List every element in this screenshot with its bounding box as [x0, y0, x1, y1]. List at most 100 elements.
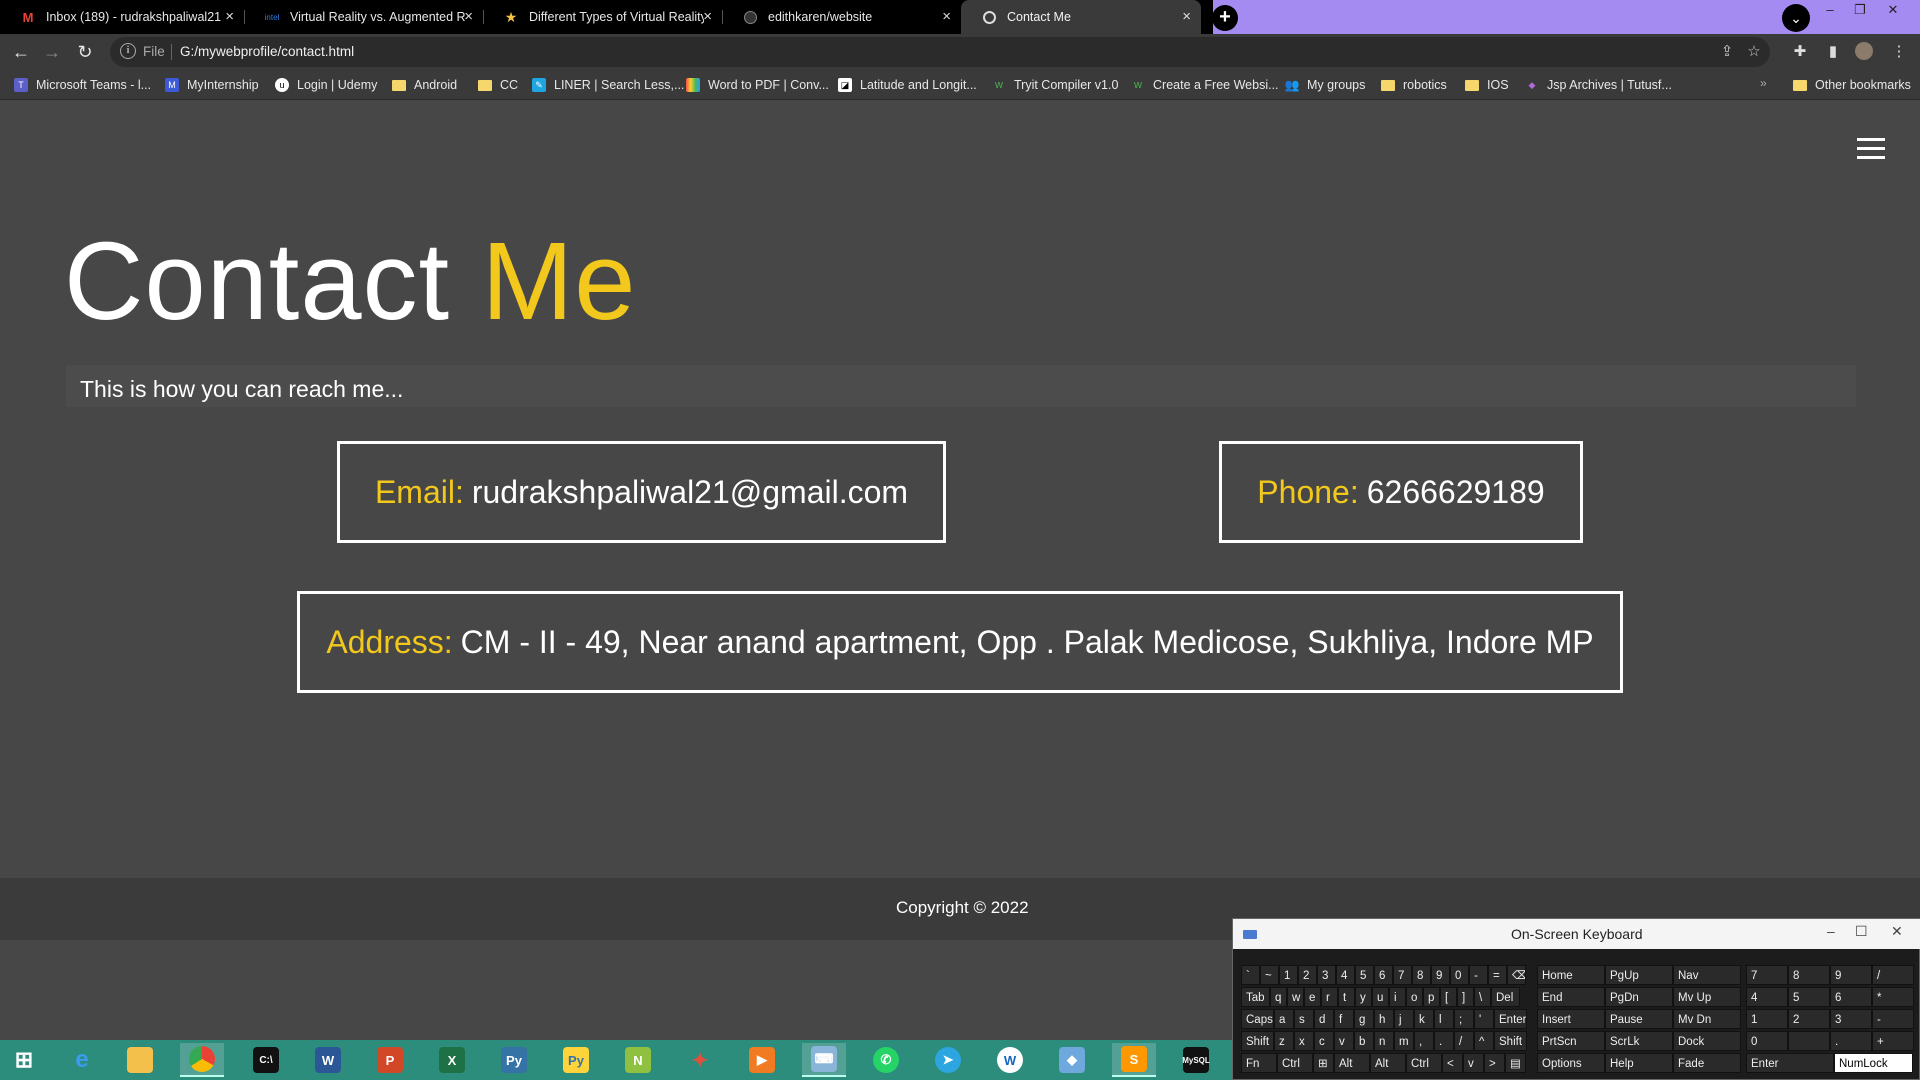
bookmark-ios[interactable]: IOS: [1465, 76, 1509, 94]
python-icon[interactable]: Py: [492, 1043, 536, 1077]
bookmark-jsp-archives[interactable]: ◆ Jsp Archives | Tutusf...: [1525, 76, 1672, 94]
windows-start-icon[interactable]: ⊞: [2, 1043, 46, 1077]
osk-key[interactable]: n: [1374, 1031, 1394, 1051]
bookmark-android[interactable]: Android: [392, 76, 457, 94]
powerpoint-icon[interactable]: P: [368, 1043, 412, 1077]
osk-key[interactable]: Fn: [1241, 1053, 1277, 1073]
osk-key[interactable]: /: [1454, 1031, 1474, 1051]
whatsapp-icon[interactable]: ✆: [864, 1043, 908, 1077]
osk-numpad-key[interactable]: 3: [1830, 1009, 1872, 1029]
bookmark-my-groups[interactable]: 👥 My groups: [1285, 76, 1366, 94]
osk-nav-key[interactable]: PgUp: [1605, 965, 1673, 985]
url-text[interactable]: G:/mywebprofile/contact.html: [180, 44, 354, 59]
osk-key[interactable]: Ctrl: [1277, 1053, 1313, 1073]
osk-nav-key[interactable]: PgDn: [1605, 987, 1673, 1007]
osk-minimize-button[interactable]: –: [1827, 923, 1835, 939]
telegram-icon[interactable]: ➤: [926, 1043, 970, 1077]
osk-key[interactable]: l: [1434, 1009, 1454, 1029]
osk-close-button[interactable]: ✕: [1891, 923, 1903, 940]
chrome-icon[interactable]: [180, 1043, 224, 1077]
tool-icon[interactable]: ✦: [678, 1043, 722, 1077]
osk-key[interactable]: e: [1304, 987, 1321, 1007]
osk-nav-key[interactable]: Dock: [1673, 1031, 1741, 1051]
terminal-icon[interactable]: C:\: [244, 1043, 288, 1077]
address-bar[interactable]: i File G:/mywebprofile/contact.html ⇪ ☆: [110, 37, 1770, 67]
osk-key[interactable]: 0: [1450, 965, 1469, 985]
osk-key[interactable]: ~: [1260, 965, 1279, 985]
sublime-text-icon[interactable]: S: [1112, 1043, 1156, 1077]
osk-key[interactable]: c: [1314, 1031, 1334, 1051]
osk-key[interactable]: h: [1374, 1009, 1394, 1029]
bookmark-udemy[interactable]: u Login | Udemy: [275, 76, 377, 94]
osk-key[interactable]: 8: [1412, 965, 1431, 985]
osk-numpad-key[interactable]: 6: [1830, 987, 1872, 1007]
osk-key[interactable]: i: [1389, 987, 1406, 1007]
osk-key[interactable]: Tab: [1241, 987, 1270, 1007]
bookmark-tryit-compiler[interactable]: w Tryit Compiler v1.0: [992, 76, 1118, 94]
osk-key[interactable]: ': [1474, 1009, 1494, 1029]
tab-vr-types[interactable]: ★ Different Types of Virtual Reality ×: [483, 0, 722, 34]
osk-key[interactable]: y: [1355, 987, 1372, 1007]
bookmark-cc[interactable]: CC: [478, 76, 518, 94]
osk-numpad-key[interactable]: +: [1872, 1031, 1914, 1051]
osk-key[interactable]: ⊞: [1313, 1053, 1334, 1073]
osk-numpad-key[interactable]: -: [1872, 1009, 1914, 1029]
osk-key[interactable]: Enter: [1494, 1009, 1527, 1029]
bookmark-star-icon[interactable]: ☆: [1745, 43, 1763, 61]
osk-nav-key[interactable]: Help: [1605, 1053, 1673, 1073]
close-tab-icon[interactable]: ×: [942, 9, 951, 24]
side-panel-icon[interactable]: ▮: [1823, 42, 1843, 62]
osk-key[interactable]: q: [1270, 987, 1287, 1007]
app-icon[interactable]: W: [988, 1043, 1032, 1077]
osk-key[interactable]: Ctrl: [1406, 1053, 1442, 1073]
tab-search-button[interactable]: ⌄: [1782, 4, 1810, 32]
osk-numpad-key[interactable]: Enter: [1746, 1053, 1834, 1073]
profile-avatar-icon[interactable]: [1855, 42, 1875, 62]
close-tab-icon[interactable]: ×: [703, 9, 712, 24]
osk-numpad-key[interactable]: 8: [1788, 965, 1830, 985]
osk-nav-key[interactable]: ScrLk: [1605, 1031, 1673, 1051]
osk-nav-key[interactable]: End: [1537, 987, 1605, 1007]
osk-key[interactable]: 7: [1393, 965, 1412, 985]
osk-numpad-key[interactable]: 1: [1746, 1009, 1788, 1029]
osk-key[interactable]: ]: [1457, 987, 1474, 1007]
osk-numpad-key[interactable]: 7: [1746, 965, 1788, 985]
new-tab-button[interactable]: +: [1212, 5, 1238, 31]
osk-key[interactable]: ;: [1454, 1009, 1474, 1029]
extensions-puzzle-icon[interactable]: ✚: [1790, 42, 1810, 62]
info-icon[interactable]: i: [120, 43, 136, 59]
osk-key[interactable]: ▤: [1505, 1053, 1526, 1073]
osk-key[interactable]: m: [1394, 1031, 1414, 1051]
osk-nav-key[interactable]: Pause: [1605, 1009, 1673, 1029]
hamburger-menu-icon[interactable]: [1857, 138, 1885, 160]
osk-key[interactable]: a: [1274, 1009, 1294, 1029]
media-player-icon[interactable]: ▶: [740, 1043, 784, 1077]
mysql-icon[interactable]: MySQL: [1174, 1043, 1218, 1077]
osk-nav-key[interactable]: Fade: [1673, 1053, 1741, 1073]
osk-key[interactable]: r: [1321, 987, 1338, 1007]
osk-numpad-key[interactable]: *: [1872, 987, 1914, 1007]
osk-key[interactable]: d: [1314, 1009, 1334, 1029]
on-screen-keyboard-icon[interactable]: ⌨: [802, 1043, 846, 1077]
osk-nav-key[interactable]: PrtScn: [1537, 1031, 1605, 1051]
bookmark-latitude-longitude[interactable]: ◪ Latitude and Longit...: [838, 76, 977, 94]
osk-key[interactable]: x: [1294, 1031, 1314, 1051]
more-bookmarks-chevron-icon[interactable]: »: [1760, 76, 1767, 90]
osk-key[interactable]: Shift: [1241, 1031, 1274, 1051]
bookmark-microsoft-teams[interactable]: T Microsoft Teams - l...: [14, 76, 151, 94]
close-tab-icon[interactable]: ×: [1182, 9, 1191, 24]
osk-key[interactable]: Alt: [1370, 1053, 1406, 1073]
other-bookmarks[interactable]: Other bookmarks: [1793, 76, 1911, 94]
back-arrow-icon[interactable]: ←: [9, 40, 33, 64]
restore-window-button[interactable]: ❐: [1845, 0, 1875, 20]
osk-key[interactable]: u: [1372, 987, 1389, 1007]
phone-value[interactable]: 6266629189: [1367, 474, 1545, 511]
osk-key[interactable]: Caps: [1241, 1009, 1274, 1029]
share-icon[interactable]: ⇪: [1718, 43, 1736, 61]
osk-numpad-key[interactable]: 5: [1788, 987, 1830, 1007]
osk-key[interactable]: 1: [1279, 965, 1298, 985]
osk-key[interactable]: 3: [1317, 965, 1336, 985]
file-explorer-icon[interactable]: [118, 1043, 162, 1077]
osk-key[interactable]: v: [1334, 1031, 1354, 1051]
email-value[interactable]: rudrakshpaliwal21@gmail.com: [472, 474, 908, 511]
